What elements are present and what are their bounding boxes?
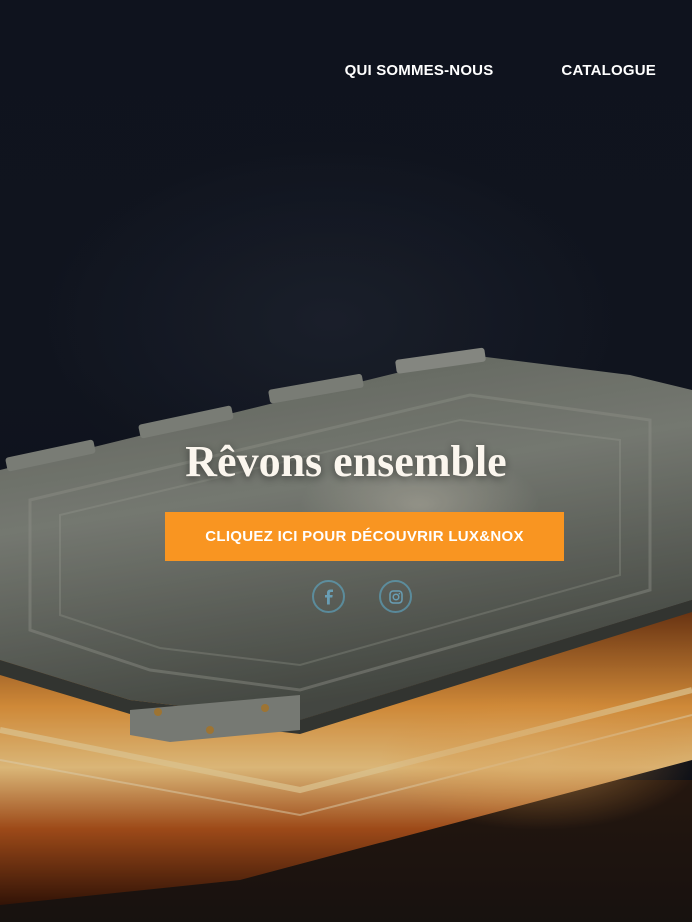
instagram-icon: [388, 589, 403, 604]
nav-item-catalogue[interactable]: CATALOGUE: [561, 62, 656, 79]
top-nav: QUI SOMMES-NOUS CATALOGUE: [345, 62, 656, 79]
nav-item-qui-sommes-nous[interactable]: QUI SOMMES-NOUS: [345, 62, 494, 79]
hero-section: QUI SOMMES-NOUS CATALOGUE Rêvons ensembl…: [0, 0, 692, 922]
discover-cta-button[interactable]: CLIQUEZ ICI POUR DÉCOUVRIR LUX&NOX: [165, 512, 564, 561]
facebook-icon: [323, 589, 335, 605]
hero-headline: Rêvons ensemble: [185, 437, 507, 486]
instagram-link[interactable]: [379, 580, 412, 613]
social-links: [312, 580, 412, 613]
facebook-link[interactable]: [312, 580, 345, 613]
